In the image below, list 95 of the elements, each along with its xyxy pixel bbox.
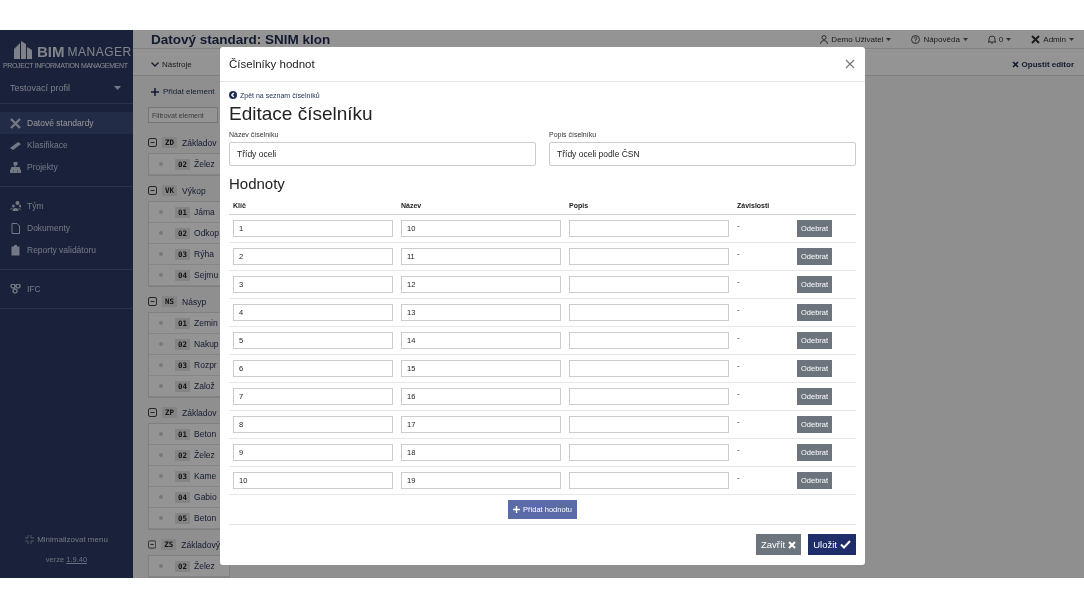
tree-group-label[interactable]: Základov [182,407,217,418]
description-field[interactable]: Třídy oceli podle ČSN [549,142,856,166]
tree-item-label: Želez [194,450,215,460]
nav-item[interactable]: Datové standardy [0,112,133,134]
checkmark-icon [840,540,851,549]
page-title: Datový standard: SNIM klon [151,31,331,47]
dependencies-cell-text: - [737,276,741,286]
tree-group-label[interactable]: Základový [181,539,220,550]
add-element-button[interactable]: Přidat element [148,85,220,98]
tree-group-label[interactable]: Násyp [182,296,207,307]
close-dialog-button[interactable]: Zavřít [755,534,802,555]
help-menu[interactable]: Nápověda [911,34,968,44]
dependencies-cell-text: - [737,220,741,230]
users-icon [10,200,21,212]
bell-icon [987,34,996,44]
value-description-field[interactable] [569,388,729,405]
plus-icon [513,506,521,513]
caret-icon [1006,37,1012,41]
document-icon [10,222,21,234]
modal-title: Číselníky hodnot [229,58,315,70]
close-icon [788,540,797,549]
exit-editor-button[interactable]: Opustit editor [1011,59,1074,69]
value-description-field[interactable] [569,444,729,461]
chevron-down-icon [151,61,159,67]
dependencies-cell-text: - [737,472,741,482]
caret-icon [114,86,121,90]
nav-item[interactable]: Tým [0,195,133,217]
tree-item-label: Rýha [194,249,214,259]
tree-item-label: Založ [194,381,215,391]
tree-item-label: Kame [194,471,217,481]
caret-icon [1069,37,1074,41]
tree-item-label: Želez [194,561,215,571]
nav-item[interactable]: Dokumenty [0,217,133,239]
value-description-field[interactable] [569,332,729,349]
link-icon [10,283,21,295]
tree-item-label: Nakup [194,339,219,349]
collapse-icon[interactable] [148,186,157,195]
name-field[interactable]: Třídy oceli [229,142,536,166]
user-menu[interactable]: Demo Uživatel [820,34,892,44]
dependencies-cell-text: - [737,360,741,370]
collapse-icon [25,535,35,544]
caret-icon [962,37,968,41]
close-icon [1011,60,1019,68]
nav-item[interactable]: Reporty validátoru [0,239,133,261]
value-description-field[interactable] [569,304,729,321]
chevron-left-icon [229,91,237,99]
admin-menu[interactable]: Admin [1031,34,1074,44]
dependencies-cell-text: - [737,444,741,454]
ruler-icon [10,139,21,151]
tree-group-label[interactable]: Základov [182,137,217,148]
tree-item-label: Odkop [194,228,220,238]
tree-item-label: Beton [194,513,217,523]
close-icon [845,59,855,69]
tree-item-label: Gabio [194,492,217,502]
value-description-field[interactable] [569,276,729,293]
tree-item-label: Rozpr [194,360,217,370]
close-button[interactable] [845,59,855,69]
nav-item[interactable]: Projekty [0,156,133,178]
collapse-icon[interactable] [148,540,157,549]
tree-item-label: Beton [194,429,217,439]
minimize-menu-button[interactable]: Minimalizovat menu [25,535,108,544]
collapse-icon[interactable] [148,408,157,417]
user-icon [820,34,829,44]
value-description-field[interactable] [569,416,729,433]
collapse-icon[interactable] [148,138,157,147]
collapse-icon[interactable] [148,297,157,306]
help-icon [911,34,921,44]
caret-icon [886,37,892,41]
dependencies-cell-text: - [737,388,741,398]
building-logo-icon [12,41,34,59]
tree-group-label[interactable]: Výkop [182,185,206,196]
logo-brand: BIM [37,44,65,59]
tools-menu[interactable]: Nástroje [151,59,192,69]
form-heading: Editace číselníku [229,103,374,125]
sitemap-icon [10,161,21,173]
notifications-menu[interactable]: 0 [987,34,1012,44]
dependencies-cell-text: - [737,332,741,342]
tree-item-label: Jáma [194,207,215,217]
nav-item[interactable]: Klasifikace [0,134,133,156]
dependencies-cell-text: - [737,248,741,258]
value-description-field[interactable] [569,472,729,489]
value-description-field[interactable] [569,220,729,237]
dependencies-cell-text: - [737,416,741,426]
value-description-field[interactable] [569,360,729,377]
tree-item-label: Sejmu [194,270,219,280]
dependencies-cell-text: - [737,304,741,314]
section-heading: Hodnoty [229,175,286,192]
nav-item[interactable]: IFC [0,278,133,300]
value-description-field[interactable] [569,248,729,265]
plus-icon [151,87,159,96]
tree-item-label: Želez [194,159,215,169]
logo-product: MANAGER [67,46,132,59]
save-button[interactable]: Uložit [808,534,856,555]
clipboard-icon [10,244,21,256]
tree-item-label: Zemin [194,318,218,328]
